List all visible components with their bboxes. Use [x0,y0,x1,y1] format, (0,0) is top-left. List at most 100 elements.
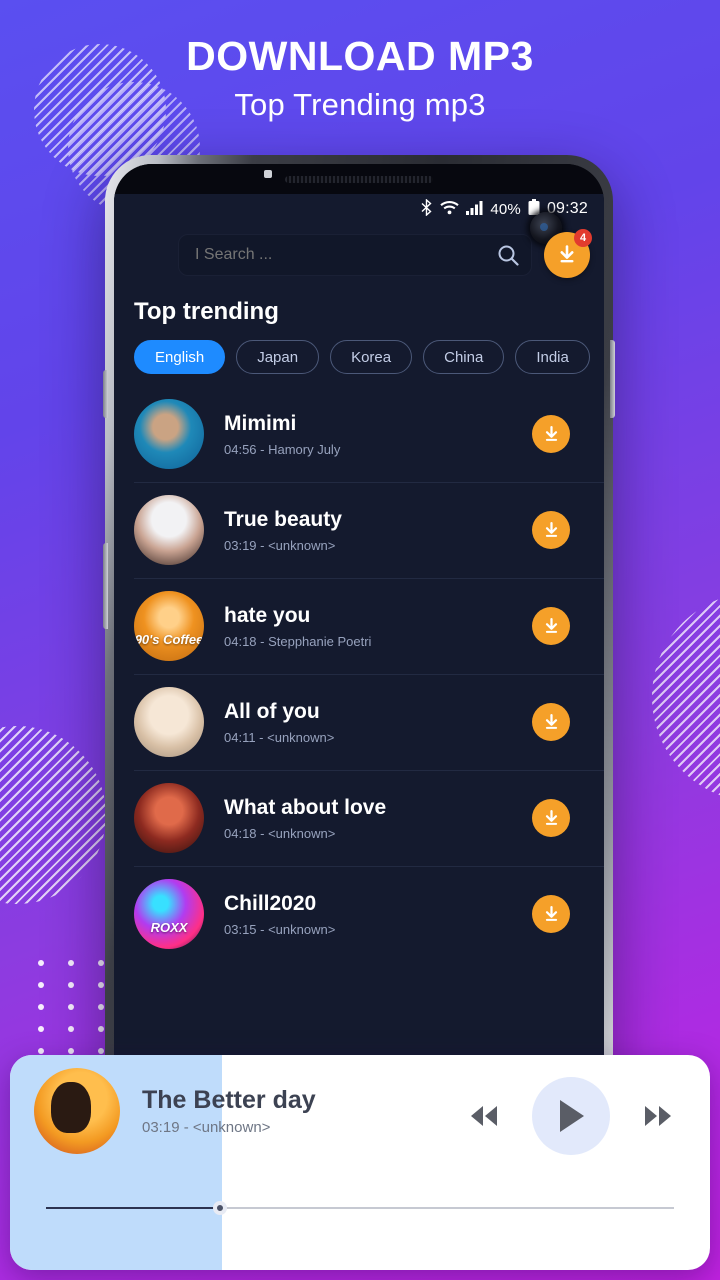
player-album-art [34,1068,120,1154]
track-download-button[interactable] [532,703,570,741]
download-icon [545,521,557,537]
download-icon [545,713,557,729]
rewind-icon [471,1106,497,1126]
promo-headline: DOWNLOAD MP3 Top Trending mp3 [0,33,720,123]
track-subtitle: 04:56 - Hamory July [224,442,341,458]
track-subtitle: 03:19 - <unknown> [224,538,336,554]
track-title: hate you [224,603,311,627]
player-track-subtitle: 03:19 - <unknown> [142,1119,271,1136]
decorative-dot [38,1026,44,1032]
track-album-art: 90's Coffee [134,591,204,661]
track-title: Mimimi [224,411,297,435]
album-art-label: ROXX [150,920,188,935]
download-icon [545,809,557,825]
decorative-dot [38,1004,44,1010]
track-album-art: ROXX [134,879,204,949]
signal-icon [466,200,483,219]
decorative-dot [38,982,44,988]
chip-india[interactable]: India [515,340,590,374]
fast-forward-icon [645,1106,671,1126]
track-meta: What about love 04:18 - <unknown> [204,795,532,841]
track-download-button[interactable] [532,895,570,933]
track-download-button[interactable] [532,415,570,453]
track-title: All of you [224,699,320,723]
search-icon[interactable] [497,244,519,266]
proximity-sensor [264,170,272,178]
track-row[interactable]: All of you 04:11 - <unknown> [114,674,604,770]
decorative-dot [68,1048,74,1054]
progress-slider[interactable] [46,1201,674,1215]
track-subtitle: 03:15 - <unknown> [224,922,336,938]
decorative-dot [68,1026,74,1032]
track-title: Chill2020 [224,891,317,915]
download-icon [545,905,557,921]
phone-bixby-button [103,543,108,629]
chip-korea[interactable]: Korea [330,340,413,374]
wifi-icon [440,200,460,219]
decorative-dot-grid [38,960,104,1056]
album-art-label: 90's Coffee [134,632,204,647]
track-album-art [134,399,204,469]
battery-percent: 40% [490,200,521,218]
play-button[interactable] [532,1077,610,1155]
decorative-dot [98,1004,104,1010]
fast-forward-button[interactable] [634,1092,682,1140]
track-meta: hate you 04:18 - Stepphanie Poetri [204,603,532,649]
decorative-dot [98,982,104,988]
track-row[interactable]: ROXX Chill2020 03:15 - <unknown> [114,866,604,962]
rewind-button[interactable] [460,1092,508,1140]
chip-japan[interactable]: Japan [236,340,320,374]
search-bar[interactable] [178,234,532,276]
earpiece-speaker [285,176,433,183]
download-icon [560,245,574,263]
track-title: True beauty [224,507,342,531]
chip-english[interactable]: English [134,340,226,374]
decorative-dot [38,960,44,966]
progress-fill [46,1207,222,1209]
decorative-striped-circle [652,592,720,802]
play-icon [560,1100,584,1132]
decorative-dot [98,1048,104,1054]
bluetooth-icon [420,197,433,220]
downloads-button[interactable]: 4 [544,229,592,278]
promo-title: DOWNLOAD MP3 [186,33,534,79]
track-row[interactable]: What about love 04:18 - <unknown> [114,770,604,866]
download-icon [545,617,557,633]
decorative-dot [38,1048,44,1054]
track-album-art [134,783,204,853]
downloads-badge: 4 [574,229,592,247]
track-meta: True beauty 03:19 - <unknown> [204,507,532,553]
track-subtitle: 04:11 - <unknown> [224,730,335,746]
search-input[interactable] [195,246,497,264]
player-controls [460,1077,682,1155]
phone-volume-button [103,370,108,418]
track-meta: Chill2020 03:15 - <unknown> [204,891,532,937]
progress-knob[interactable] [212,1201,227,1215]
phone-mockup: 40% 09:32 I Search ... 4 Top trending En… [103,155,615,1100]
track-album-art [134,687,204,757]
track-subtitle: 04:18 - Stepphanie Poetri [224,634,372,650]
language-chip-list: English Japan Korea China India [114,326,604,374]
decorative-dot [68,1004,74,1010]
status-bar: 40% 09:32 [114,194,604,224]
decorative-dot [68,960,74,966]
mini-player: The Better day 03:19 - <unknown> [10,1055,710,1270]
chip-china[interactable]: China [423,340,505,374]
track-download-button[interactable] [532,607,570,645]
track-row[interactable]: True beauty 03:19 - <unknown> [114,482,604,578]
track-row[interactable]: 90's Coffee hate you 04:18 - Stepphanie Po… [114,578,604,674]
track-subtitle: 04:18 - <unknown> [224,826,336,842]
decorative-dot [98,960,104,966]
promo-subtitle: Top Trending mp3 [234,87,486,123]
phone-power-button [610,340,615,418]
player-track-title: The Better day [142,1086,316,1114]
track-download-button[interactable] [532,799,570,837]
track-meta: All of you 04:11 - <unknown> [204,699,532,745]
decorative-dot [98,1026,104,1032]
track-row[interactable]: Mimimi 04:56 - Hamory July [114,386,604,482]
phone-top-bezel [114,164,604,194]
decorative-striped-circle [0,726,106,904]
track-album-art [134,495,204,565]
section-title: Top trending [134,298,279,325]
track-download-button[interactable] [532,511,570,549]
